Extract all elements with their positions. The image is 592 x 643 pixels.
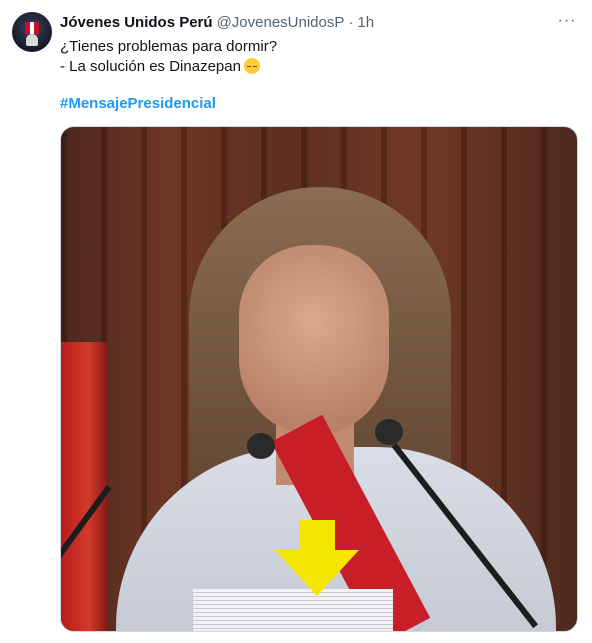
author-name[interactable]: Jóvenes Unidos Perú <box>60 14 213 31</box>
tweet-text-line-2-text: - La solución es Dinazepan <box>60 58 241 75</box>
author-handle[interactable]: @JovenesUnidosP <box>217 14 345 31</box>
microphone-right-head <box>375 419 403 445</box>
microphone-left-head <box>247 433 275 459</box>
avatar-figure <box>26 34 38 46</box>
person-face <box>239 245 389 435</box>
avatar-flag <box>25 22 39 34</box>
tweet-text-line-1: ¿Tienes problemas para dormir? <box>60 38 278 55</box>
avatar[interactable] <box>12 12 52 52</box>
tweet-text-line-2: - La solución es Dinazepan <box>60 57 580 77</box>
sleeping-face-emoji-icon <box>243 58 260 74</box>
yellow-arrow-icon <box>275 520 359 596</box>
tweet-text: ¿Tienes problemas para dormir? - La solu… <box>60 37 580 77</box>
tweet-time[interactable]: 1h <box>357 14 374 31</box>
more-options-icon[interactable]: ··· <box>552 12 582 32</box>
separator-dot: · <box>348 13 354 31</box>
hashtag-link[interactable]: #MensajePresidencial <box>60 95 216 112</box>
tweet-header: Jóvenes Unidos Perú @JovenesUnidosP · 1h <box>60 12 580 32</box>
tweet-media-image[interactable] <box>60 126 578 632</box>
flag-cloth <box>61 342 107 631</box>
